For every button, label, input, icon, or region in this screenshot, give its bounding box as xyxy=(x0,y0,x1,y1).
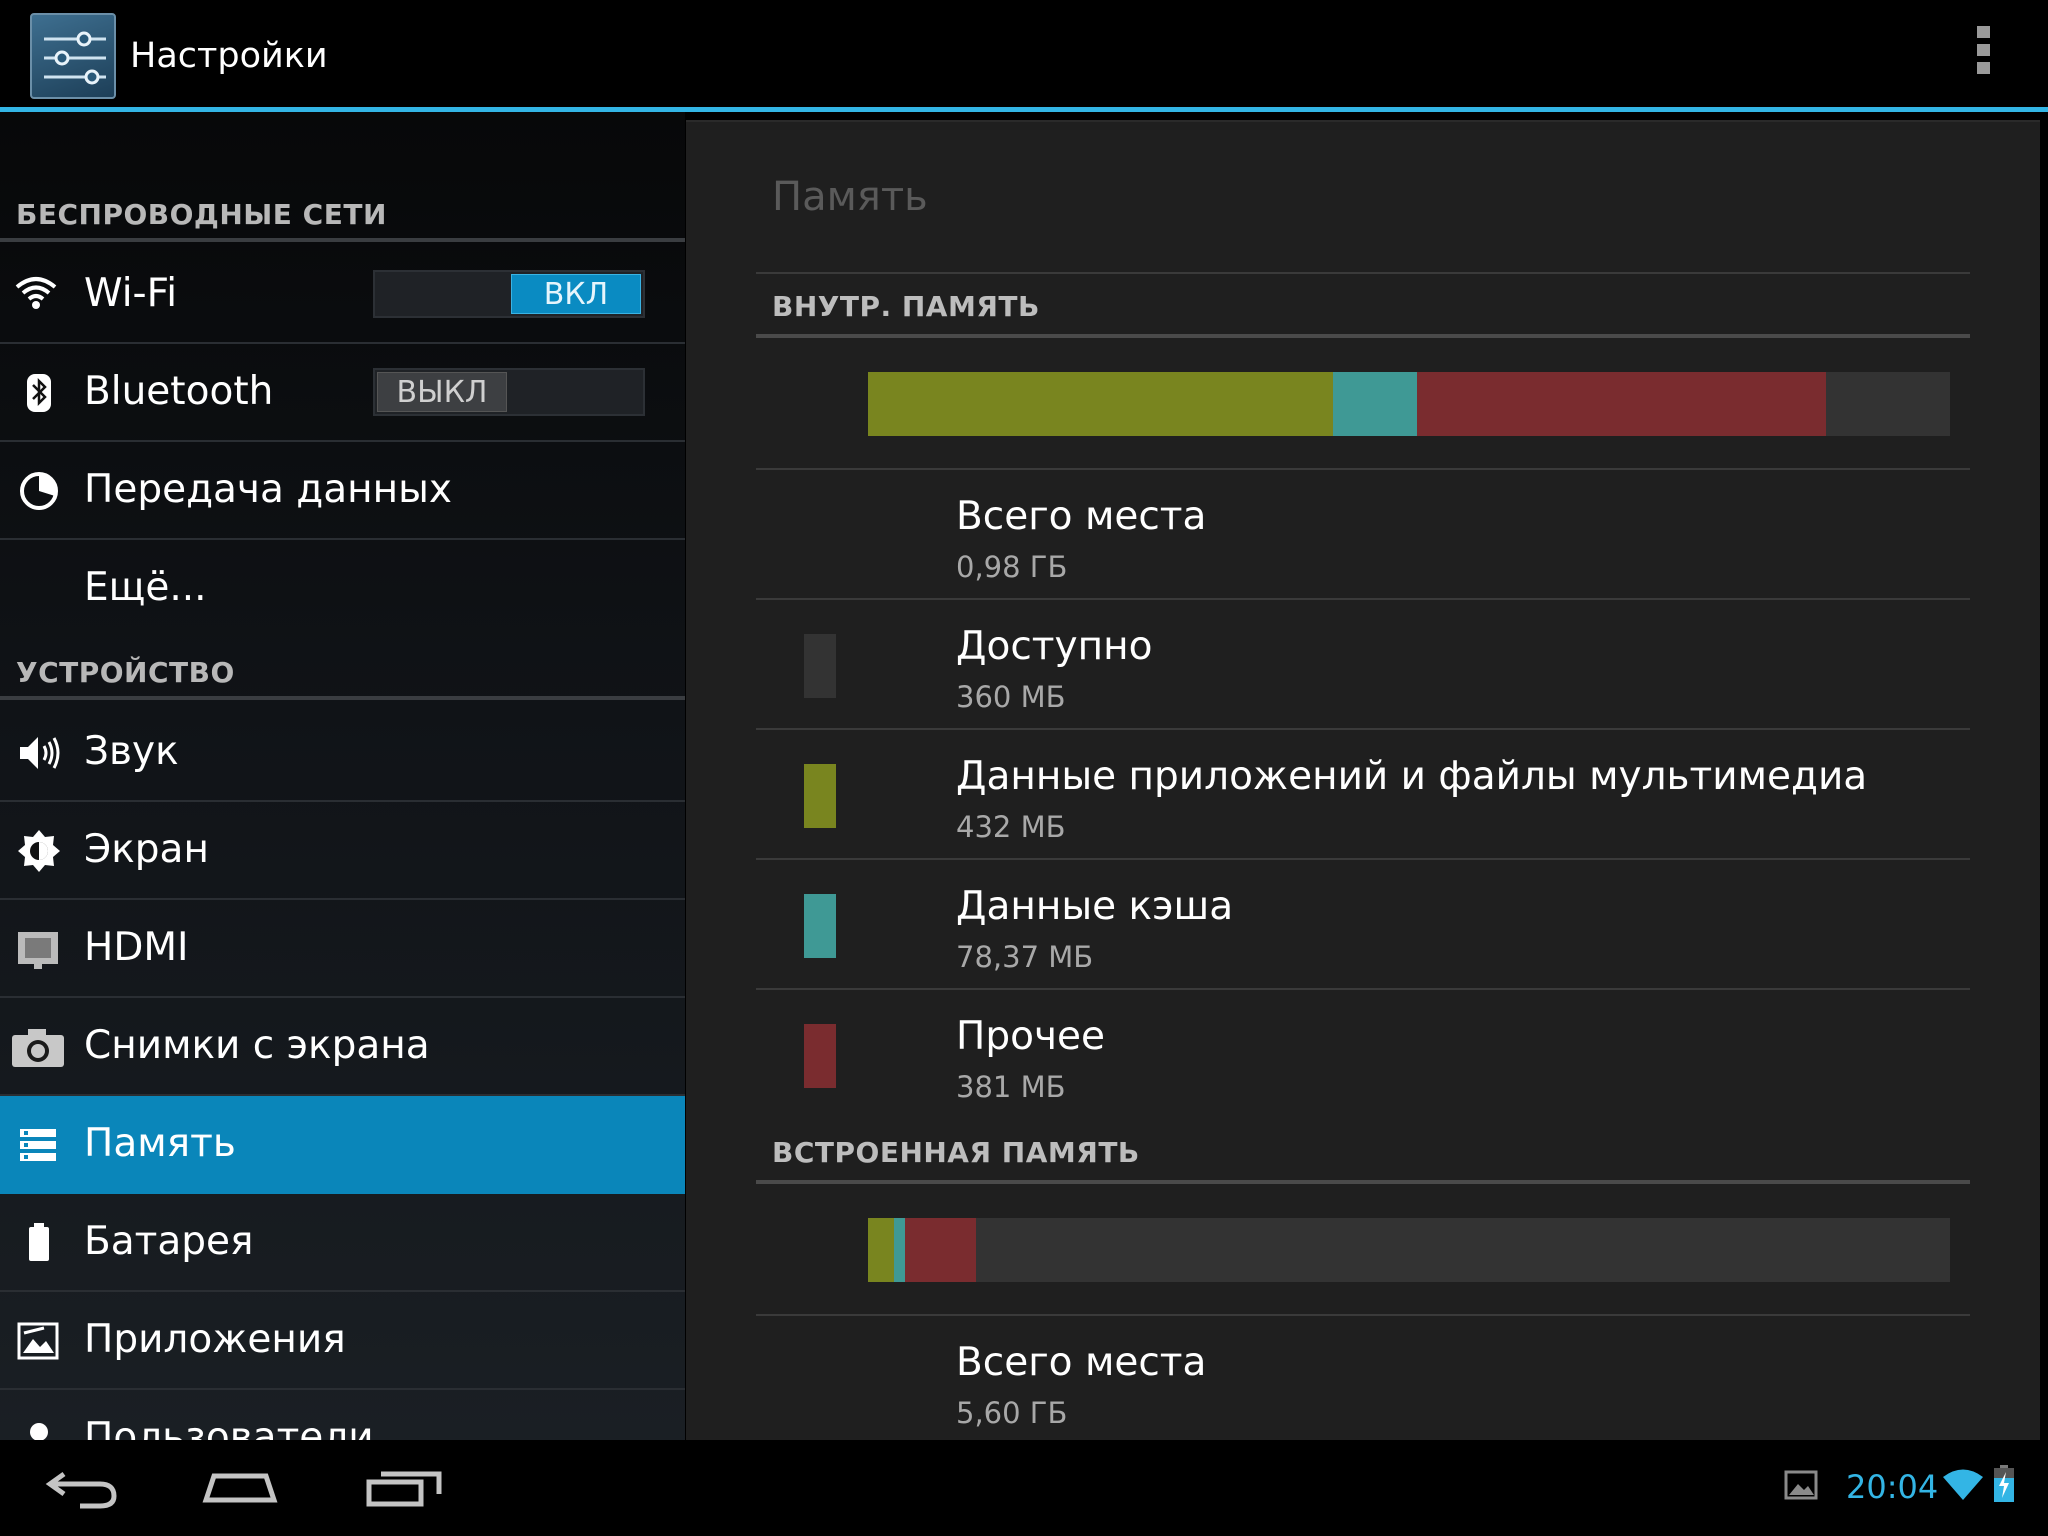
battery-icon xyxy=(14,1221,64,1265)
divider xyxy=(756,1180,1970,1184)
swatch-other xyxy=(804,1024,836,1088)
sidebar-item-hdmi[interactable]: HDMI xyxy=(0,900,685,998)
storage-icon xyxy=(14,1123,64,1167)
sidebar-item-battery[interactable]: Батарея xyxy=(0,1194,685,1292)
storage-cache[interactable]: Данные кэша 78,37 МБ xyxy=(756,860,1970,988)
sidebar-item-more[interactable]: Ещё... xyxy=(0,540,685,638)
sidebar-item-label: Пользователи xyxy=(84,1415,374,1440)
toggle-knob: ВКЛ xyxy=(511,274,641,314)
sidebar-item-sound[interactable]: Звук xyxy=(0,704,685,802)
sidebar-item-screenshots[interactable]: Снимки с экрана xyxy=(0,998,685,1096)
swatch-apps xyxy=(804,764,836,828)
sidebar-item-apps[interactable]: Приложения xyxy=(0,1292,685,1390)
settings-sidebar: БЕСПРОВОДНЫЕ СЕТИ Wi-Fi ВКЛ Bluetooth ВЫ… xyxy=(0,112,685,1440)
storage-other[interactable]: Прочее 381 МБ xyxy=(756,990,1970,1118)
stat-value: 381 МБ xyxy=(956,1070,1066,1104)
usage-segment-other xyxy=(1416,372,1826,436)
sidebar-item-label: Передача данных xyxy=(84,467,453,512)
hdmi-icon xyxy=(14,927,64,971)
toggle-knob: ВЫКЛ xyxy=(377,372,507,412)
brightness-icon xyxy=(14,829,64,873)
bluetooth-icon xyxy=(14,371,64,415)
storage-panel: Память ВНУТР. ПАМЯТЬ Всего места 0,98 ГБ… xyxy=(686,120,2040,1440)
page-title: Настройки xyxy=(130,36,328,76)
storage-total[interactable]: Всего места 0,98 ГБ xyxy=(756,470,1970,598)
sidebar-item-label: HDMI xyxy=(84,925,189,970)
sidebar-item-display[interactable]: Экран xyxy=(0,802,685,900)
stat-label: Прочее xyxy=(956,1014,1105,1059)
divider xyxy=(756,272,1970,274)
section-header-wireless: БЕСПРОВОДНЫЕ СЕТИ xyxy=(0,182,685,242)
action-bar: Настройки xyxy=(0,0,2048,112)
builtin-storage-total[interactable]: Всего места 5,60 ГБ xyxy=(756,1316,1970,1440)
storage-apps-media[interactable]: Данные приложений и файлы мультимедиа 43… xyxy=(756,730,1970,858)
bluetooth-toggle[interactable]: ВЫКЛ xyxy=(373,368,645,416)
stat-label: Всего места xyxy=(956,1340,1207,1385)
stat-value: 360 МБ xyxy=(956,680,1066,714)
usage-segment-free xyxy=(976,1218,1950,1282)
builtin-storage-usage-bar xyxy=(868,1218,1950,1282)
settings-screen: Настройки БЕСПРОВОДНЫЕ СЕТИ Wi-Fi ВКЛ Bl… xyxy=(0,0,2048,1536)
stat-label: Данные кэша xyxy=(956,884,1234,929)
sidebar-item-label: Батарея xyxy=(84,1219,254,1264)
usage-segment-other xyxy=(904,1218,977,1282)
usage-segment-apps xyxy=(868,372,1334,436)
section-header-device: УСТРОЙСТВО xyxy=(0,640,685,700)
sidebar-item-data-usage[interactable]: Передача данных xyxy=(0,442,685,540)
sidebar-item-label: Экран xyxy=(84,827,209,872)
internal-storage-usage-bar xyxy=(868,372,1950,436)
internal-storage-header: ВНУТР. ПАМЯТЬ xyxy=(772,290,1040,323)
apps-icon xyxy=(14,1319,64,1363)
camera-icon xyxy=(10,1025,64,1069)
stat-value: 0,98 ГБ xyxy=(956,550,1068,584)
sidebar-item-label: Wi-Fi xyxy=(84,271,178,316)
sidebar-item-users[interactable]: Пользователи xyxy=(0,1390,685,1440)
wifi-toggle[interactable]: ВКЛ xyxy=(373,270,645,318)
swatch-cache xyxy=(804,894,836,958)
sidebar-item-label: Ещё... xyxy=(84,565,207,610)
back-icon[interactable] xyxy=(30,1458,130,1518)
data-usage-icon xyxy=(14,469,64,513)
wifi-signal-icon xyxy=(1942,1468,1984,1506)
home-icon[interactable] xyxy=(190,1458,290,1518)
sidebar-item-label: Bluetooth xyxy=(84,369,274,414)
recent-apps-icon[interactable] xyxy=(355,1458,455,1518)
users-icon xyxy=(14,1417,64,1440)
swatch-free xyxy=(804,634,836,698)
stat-label: Доступно xyxy=(956,624,1153,669)
wifi-icon xyxy=(14,273,64,317)
divider xyxy=(756,334,1970,338)
sound-icon xyxy=(14,731,64,775)
sidebar-item-storage[interactable]: Память xyxy=(0,1096,685,1194)
storage-title: Память xyxy=(772,174,928,220)
stat-value: 78,37 МБ xyxy=(956,940,1094,974)
sidebar-item-bluetooth[interactable]: Bluetooth ВЫКЛ xyxy=(0,344,685,442)
usage-segment-apps xyxy=(868,1218,894,1282)
stat-value: 432 МБ xyxy=(956,810,1066,844)
storage-available[interactable]: Доступно 360 МБ xyxy=(756,600,1970,728)
status-clock: 20:04 xyxy=(1846,1468,1939,1506)
usage-segment-cache xyxy=(893,1218,905,1282)
settings-sliders-icon[interactable] xyxy=(30,13,116,99)
system-nav-bar: 20:04 xyxy=(0,1440,2048,1536)
sidebar-item-label: Память xyxy=(84,1121,236,1166)
battery-charging-icon xyxy=(1992,1464,2016,1508)
sidebar-item-wifi[interactable]: Wi-Fi ВКЛ xyxy=(0,246,685,344)
stat-value: 5,60 ГБ xyxy=(956,1396,1068,1430)
sidebar-item-label: Приложения xyxy=(84,1317,346,1362)
sidebar-item-label: Снимки с экрана xyxy=(84,1023,430,1068)
sidebar-item-label: Звук xyxy=(84,729,179,774)
usage-segment-cache xyxy=(1333,372,1417,436)
overflow-menu-icon[interactable] xyxy=(1968,26,1998,86)
gallery-notification-icon[interactable] xyxy=(1784,1468,1818,1506)
builtin-storage-header: ВСТРОЕННАЯ ПАМЯТЬ xyxy=(772,1136,1140,1169)
stat-label: Всего места xyxy=(956,494,1207,539)
usage-segment-free xyxy=(1825,372,1950,436)
stat-label: Данные приложений и файлы мультимедиа xyxy=(956,754,1868,799)
